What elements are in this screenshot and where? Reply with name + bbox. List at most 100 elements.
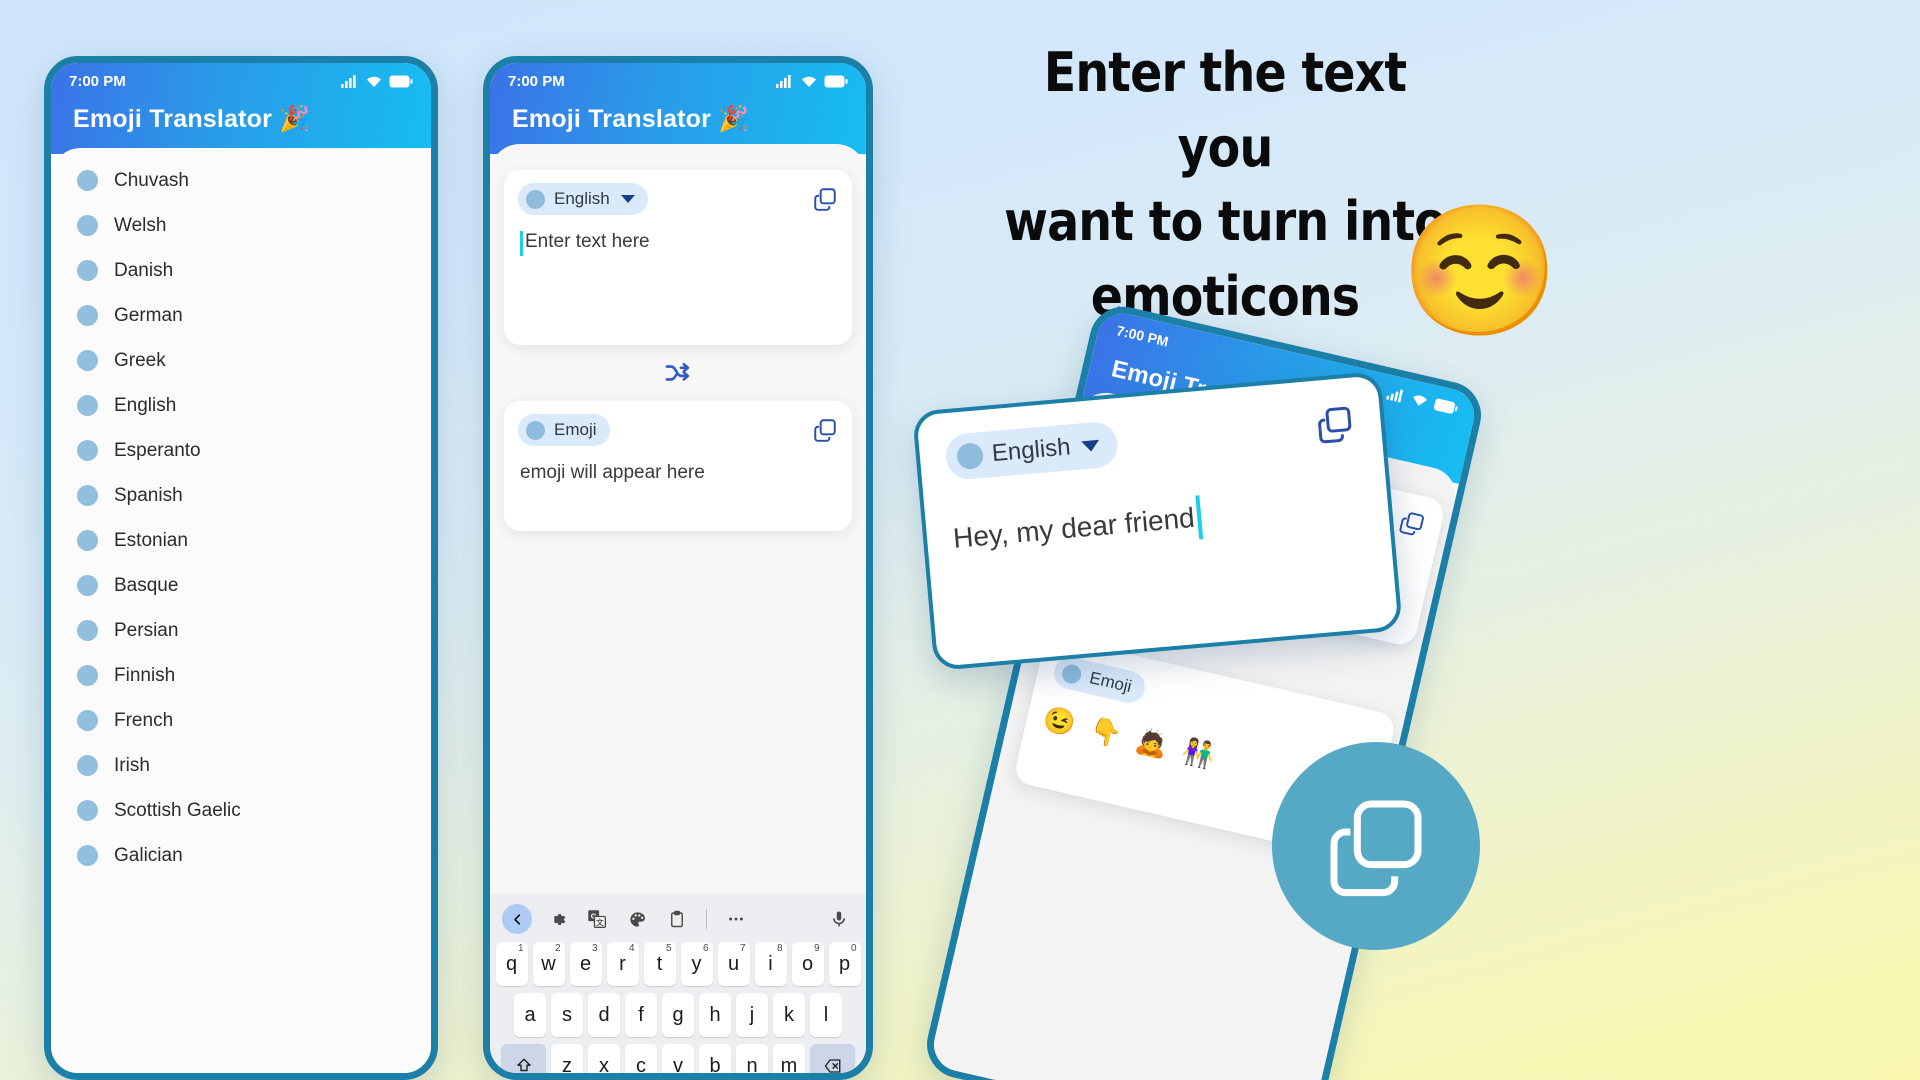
- language-row[interactable]: French: [51, 698, 431, 743]
- key-a[interactable]: a: [514, 993, 546, 1037]
- source-language-selector[interactable]: English: [518, 183, 648, 215]
- microphone-icon[interactable]: [824, 904, 854, 934]
- front-language-label: English: [990, 433, 1072, 468]
- output-placeholder: emoji will appear here: [520, 462, 705, 483]
- language-row[interactable]: Estonian: [51, 518, 431, 563]
- key-u[interactable]: 7u: [717, 942, 750, 986]
- status-icons: [776, 74, 848, 88]
- key-v[interactable]: v: [662, 1044, 694, 1073]
- wifi-icon: [367, 76, 381, 87]
- language-row[interactable]: Spanish: [51, 473, 431, 518]
- key-k[interactable]: k: [773, 993, 805, 1037]
- on-screen-keyboard: G 文 1q2 w 3 e 4 r 5 t 6 y 7 u 8 i 9 o 0 …: [490, 894, 866, 1073]
- language-dot-icon: [77, 395, 98, 416]
- language-row[interactable]: Finnish: [51, 653, 431, 698]
- key-number-hint: 4: [628, 943, 635, 954]
- copy-icon[interactable]: [812, 417, 838, 443]
- key-y[interactable]: 6y: [680, 942, 713, 986]
- headline-line-1: Enter the text you: [1043, 41, 1407, 179]
- translate-icon[interactable]: G 文: [582, 904, 612, 934]
- key-x[interactable]: x: [588, 1044, 620, 1073]
- back-chevron-icon[interactable]: [502, 904, 532, 934]
- target-language-selector[interactable]: Emoji: [518, 414, 610, 446]
- output-text: emoji will appear here: [518, 446, 838, 484]
- shuffle-icon[interactable]: [660, 359, 696, 387]
- key-number-hint: 7: [739, 943, 746, 954]
- language-row[interactable]: Basque: [51, 563, 431, 608]
- palette-icon[interactable]: [622, 904, 652, 934]
- swap-row: [504, 345, 852, 401]
- copy-icon[interactable]: [812, 186, 838, 212]
- signal-icon: [1386, 389, 1404, 403]
- key-j[interactable]: j: [736, 993, 768, 1037]
- headline-line-3: emoticons: [1090, 264, 1360, 328]
- language-row[interactable]: Esperanto: [51, 428, 431, 473]
- language-row[interactable]: Greek: [51, 338, 431, 383]
- language-row[interactable]: Danish: [51, 248, 431, 293]
- front-language-selector[interactable]: English: [944, 420, 1120, 482]
- input-card: English Enter text here: [504, 170, 852, 345]
- language-label: Finnish: [114, 664, 176, 686]
- copy-icon: [1330, 800, 1422, 897]
- key-h[interactable]: h: [699, 993, 731, 1037]
- copy-icon[interactable]: [1313, 403, 1356, 446]
- key-m[interactable]: m: [773, 1044, 805, 1073]
- output-card: Emoji emoji will appear here: [504, 401, 852, 531]
- language-dot-icon: [77, 710, 98, 731]
- language-label: Persian: [114, 619, 179, 641]
- language-row[interactable]: Welsh: [51, 203, 431, 248]
- tilted-target-language-chip[interactable]: Emoji: [1051, 654, 1148, 706]
- keyboard-row-2: asdfghjkl: [494, 993, 862, 1037]
- input-card-header: English: [518, 183, 838, 215]
- copy-icon[interactable]: [1396, 508, 1427, 539]
- signal-icon: [341, 75, 356, 88]
- phone-translator: 7:00 PM Emoji Translator 🎉 English Enter…: [483, 56, 873, 1080]
- keyboard-toolbar: G 文: [494, 900, 862, 942]
- key-s[interactable]: s: [551, 993, 583, 1037]
- front-card-text-row[interactable]: Hey, my dear friend: [951, 481, 1363, 561]
- key-g[interactable]: g: [662, 993, 694, 1037]
- app-bar: 7:00 PM Emoji Translator 🎉: [490, 63, 866, 154]
- language-row[interactable]: Chuvash: [51, 158, 431, 203]
- key-t[interactable]: 5t: [643, 942, 676, 986]
- language-row[interactable]: German: [51, 293, 431, 338]
- key-c[interactable]: c: [625, 1044, 657, 1073]
- app-bar: 7:00 PM Emoji Translator 🎉: [51, 63, 431, 154]
- language-row[interactable]: Galician: [51, 833, 431, 878]
- language-row[interactable]: Irish: [51, 743, 431, 788]
- language-label: Greek: [114, 349, 166, 371]
- language-dot-icon: [77, 350, 98, 371]
- key-e[interactable]: 3e: [569, 942, 602, 986]
- language-label: Danish: [114, 259, 174, 281]
- translator-body: English Enter text here Emoji emoji will…: [490, 144, 866, 1073]
- phone-language-list: 7:00 PM Emoji Translator 🎉 Chuvash Welsh D…: [44, 56, 438, 1080]
- language-row[interactable]: Persian: [51, 608, 431, 653]
- key-f[interactable]: f: [625, 993, 657, 1037]
- key-d[interactable]: d: [588, 993, 620, 1037]
- shift-key[interactable]: [501, 1044, 546, 1073]
- key-l[interactable]: l: [810, 993, 842, 1037]
- language-label: Scottish Gaelic: [114, 799, 241, 821]
- status-time: 7:00 PM: [69, 72, 126, 90]
- key-r[interactable]: 4r: [606, 942, 639, 986]
- language-list[interactable]: Chuvash Welsh Danish German Greek English Espe…: [51, 148, 431, 1073]
- key-b[interactable]: b: [699, 1044, 731, 1073]
- source-text-input[interactable]: Enter text here: [518, 215, 838, 256]
- key-w[interactable]: 2w: [532, 942, 565, 986]
- key-number-hint: 8: [776, 943, 783, 954]
- key-o[interactable]: 9o: [791, 942, 824, 986]
- key-p[interactable]: 0p: [828, 942, 861, 986]
- more-icon[interactable]: [721, 904, 751, 934]
- key-q[interactable]: 1q: [495, 942, 528, 986]
- key-i[interactable]: 8i: [754, 942, 787, 986]
- backspace-key[interactable]: [810, 1044, 855, 1073]
- language-dot-icon: [955, 442, 985, 471]
- clipboard-icon[interactable]: [662, 904, 692, 934]
- language-row[interactable]: English: [51, 383, 431, 428]
- language-dot-icon: [77, 755, 98, 776]
- language-row[interactable]: Scottish Gaelic: [51, 788, 431, 833]
- key-z[interactable]: z: [551, 1044, 583, 1073]
- key-number-hint: 3: [591, 943, 598, 954]
- key-n[interactable]: n: [736, 1044, 768, 1073]
- gear-icon[interactable]: [542, 904, 572, 934]
